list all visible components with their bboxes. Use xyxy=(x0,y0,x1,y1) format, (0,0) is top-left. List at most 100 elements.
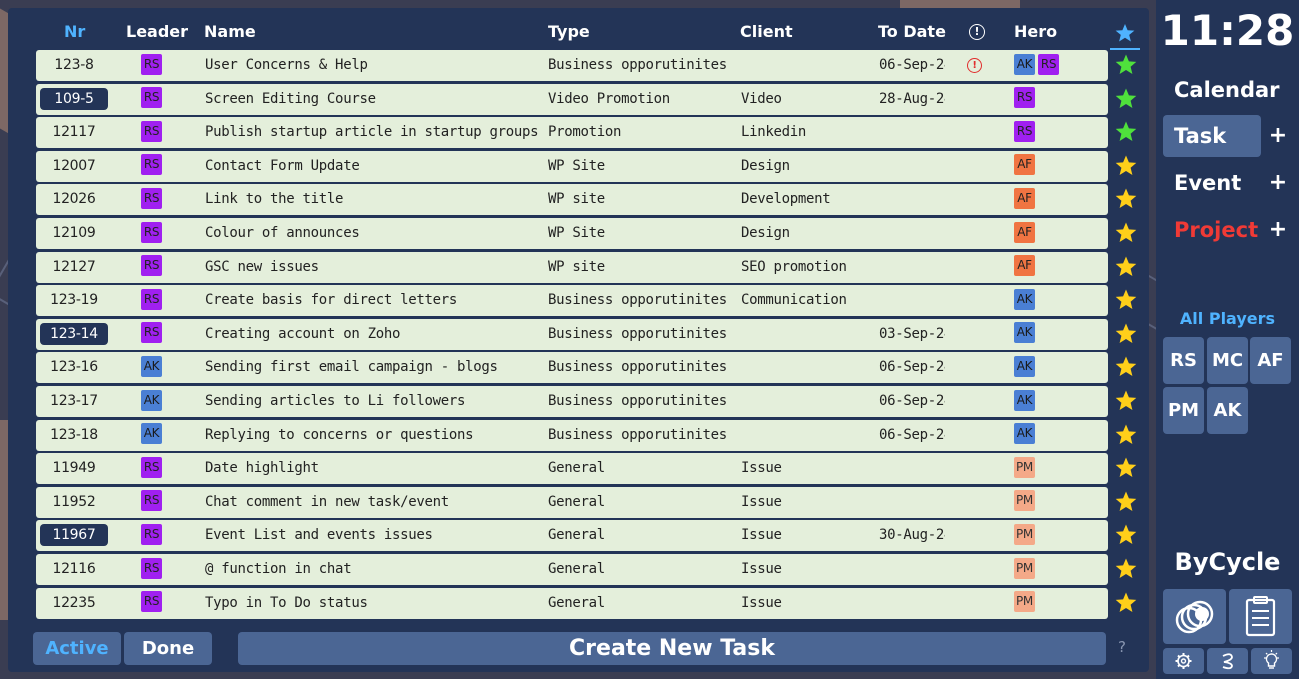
task-name[interactable]: Typo in To Do status xyxy=(205,588,545,619)
hero-avatar[interactable]: RS xyxy=(1014,120,1035,142)
table-row[interactable]: 12109 RS Colour of announces WP Site Design A… xyxy=(36,218,1108,249)
players-title[interactable]: All Players xyxy=(1156,309,1299,328)
star-icon[interactable] xyxy=(1114,87,1138,111)
column-header-leader[interactable]: Leader xyxy=(126,22,188,41)
table-row[interactable]: 12117 RS Publish startup article in startu… xyxy=(36,117,1108,149)
hero-avatar[interactable]: AK xyxy=(1014,355,1035,377)
leader-avatar[interactable]: RS xyxy=(141,591,162,613)
help-icon[interactable]: ? xyxy=(1118,638,1126,656)
table-row[interactable]: 12007 RS Contact Form Update WP Site Design A… xyxy=(36,150,1108,182)
nav-task[interactable]: Task xyxy=(1163,115,1261,157)
task-name[interactable]: Contact Form Update xyxy=(205,151,545,182)
settings-button[interactable] xyxy=(1163,648,1204,674)
task-name[interactable]: Creating account on Zoho xyxy=(205,319,545,350)
task-name[interactable]: Chat comment in new task/event xyxy=(205,487,545,518)
task-name[interactable]: GSC new issues xyxy=(205,252,545,283)
notes-button[interactable] xyxy=(1229,589,1292,644)
player-rs-button[interactable]: RS xyxy=(1163,337,1204,384)
star-icon[interactable] xyxy=(1114,221,1138,245)
column-header-nr[interactable]: Nr xyxy=(64,22,85,41)
tab-done[interactable]: Done xyxy=(124,632,212,665)
column-header-type[interactable]: Type xyxy=(548,22,590,41)
star-icon[interactable] xyxy=(1114,322,1138,346)
hero-avatar[interactable]: PM xyxy=(1014,456,1035,478)
task-name[interactable]: Sending articles to Li followers xyxy=(205,386,545,417)
table-row[interactable]: 12116 RS @ function in chat General Issue PM xyxy=(36,554,1108,585)
star-icon[interactable] xyxy=(1114,591,1138,615)
hero-avatar[interactable]: PM xyxy=(1014,557,1035,579)
table-row[interactable]: 12026 RS Link to the title WP site Developme… xyxy=(36,184,1108,216)
hero-avatar[interactable]: AF xyxy=(1014,187,1035,209)
add-project-button[interactable]: + xyxy=(1268,209,1288,251)
player-af-button[interactable]: AF xyxy=(1250,337,1291,384)
hero-avatar[interactable]: AF xyxy=(1014,221,1035,243)
table-row[interactable]: 12235 RS Typo in To Do status General Issue P… xyxy=(36,587,1108,619)
leader-avatar[interactable]: AK xyxy=(141,423,162,445)
leader-avatar[interactable]: RS xyxy=(141,221,162,243)
leader-avatar[interactable]: RS xyxy=(141,154,162,176)
star-icon[interactable] xyxy=(1114,288,1138,312)
star-icon[interactable] xyxy=(1114,187,1138,211)
task-name[interactable]: Replying to concerns or questions xyxy=(205,420,545,451)
hero-avatar[interactable]: PM xyxy=(1014,523,1035,545)
leader-avatar[interactable]: RS xyxy=(141,255,162,277)
column-header-to-date[interactable]: To Date xyxy=(878,22,946,41)
table-row[interactable]: 123-8 RS User Concerns & Help Business oppo… xyxy=(36,50,1108,81)
player-pm-button[interactable]: PM xyxy=(1163,387,1204,434)
table-row[interactable]: 11952 RS Chat comment in new task/event Gen… xyxy=(36,486,1108,518)
column-header-star[interactable] xyxy=(1110,18,1140,50)
hero-avatar[interactable]: RS xyxy=(1014,87,1035,109)
leader-avatar[interactable]: RS xyxy=(141,288,162,310)
add-task-button[interactable]: + xyxy=(1268,115,1288,157)
hero-avatar[interactable]: AK xyxy=(1014,322,1035,344)
task-name[interactable]: Date highlight xyxy=(205,453,545,484)
ideas-button[interactable] xyxy=(1251,648,1292,674)
star-icon[interactable] xyxy=(1114,557,1138,581)
player-ak-button[interactable]: AK xyxy=(1207,387,1248,434)
table-row[interactable]: 109-5 RS Screen Editing Course Video Promot… xyxy=(36,83,1108,115)
task-name[interactable]: Publish startup article in startup group… xyxy=(205,117,545,148)
add-event-button[interactable]: + xyxy=(1268,162,1288,204)
leader-avatar[interactable]: AK xyxy=(141,389,162,411)
leader-avatar[interactable]: RS xyxy=(141,87,162,109)
table-row[interactable]: 123-16 AK Sending first email campaign - b… xyxy=(36,352,1108,384)
task-name[interactable]: Create basis for direct letters xyxy=(205,285,545,316)
table-row[interactable]: 123-19 RS Create basis for direct letters B… xyxy=(36,285,1108,317)
hero-avatar[interactable]: AK xyxy=(1014,389,1035,411)
hero-avatar[interactable]: AF xyxy=(1014,154,1035,176)
leader-avatar[interactable]: AK xyxy=(141,355,162,377)
star-icon[interactable] xyxy=(1114,389,1138,413)
star-icon[interactable] xyxy=(1114,490,1138,514)
leader-avatar[interactable]: RS xyxy=(141,120,162,142)
hero-avatar[interactable]: AK xyxy=(1014,423,1035,445)
table-row[interactable]: 11949 RS Date highlight General Issue PM xyxy=(36,453,1108,485)
task-name[interactable]: Link to the title xyxy=(205,184,545,215)
player-mc-button[interactable]: MC xyxy=(1207,337,1248,384)
task-name[interactable]: Event List and events issues xyxy=(205,520,545,551)
create-new-task-button[interactable]: Create New Task xyxy=(238,632,1106,665)
nav-calendar[interactable]: Calendar xyxy=(1163,69,1280,111)
leader-avatar[interactable]: RS xyxy=(141,456,162,478)
leader-avatar[interactable]: RS xyxy=(141,490,162,512)
star-icon[interactable] xyxy=(1114,120,1138,144)
hero-avatar[interactable]: RS xyxy=(1038,53,1059,75)
table-row[interactable]: 123-14 RS Creating account on Zoho Business… xyxy=(36,318,1108,350)
star-icon[interactable] xyxy=(1114,53,1138,77)
table-row[interactable]: 123-18 AK Replying to concerns or question… xyxy=(36,419,1108,451)
leader-avatar[interactable]: RS xyxy=(141,557,162,579)
star-icon[interactable] xyxy=(1114,423,1138,447)
task-name[interactable]: User Concerns & Help xyxy=(205,50,545,81)
leader-avatar[interactable]: RS xyxy=(141,53,162,75)
leader-avatar[interactable]: RS xyxy=(141,187,162,209)
hero-avatar[interactable]: PM xyxy=(1014,490,1035,512)
table-row[interactable]: 11967 RS Event List and events issues Gener… xyxy=(36,520,1108,552)
table-row[interactable]: 123-17 AK Sending articles to Li followers… xyxy=(36,386,1108,417)
tab-active[interactable]: Active xyxy=(33,632,121,665)
star-icon[interactable] xyxy=(1114,154,1138,178)
table-row[interactable]: 12127 RS GSC new issues WP site SEO promotio… xyxy=(36,251,1108,283)
hero-avatar[interactable]: PM xyxy=(1014,591,1035,613)
nav-event[interactable]: Event xyxy=(1163,162,1241,204)
task-name[interactable]: Screen Editing Course xyxy=(205,84,545,115)
column-header-hero[interactable]: Hero xyxy=(1014,22,1057,41)
star-icon[interactable] xyxy=(1114,523,1138,547)
